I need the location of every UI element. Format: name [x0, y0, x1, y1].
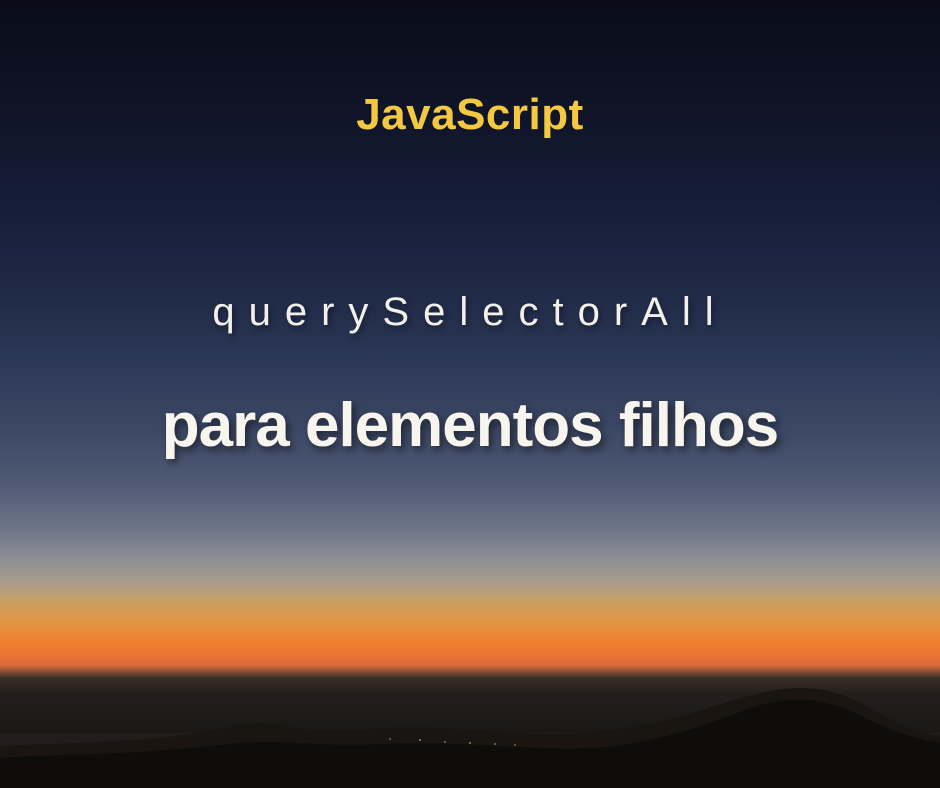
topic-subtitle: querySelectorAll: [212, 290, 727, 335]
category-title: JavaScript: [356, 90, 584, 140]
description-text: para elementos filhos: [162, 390, 778, 461]
text-content-container: JavaScript querySelectorAll para element…: [0, 0, 940, 788]
